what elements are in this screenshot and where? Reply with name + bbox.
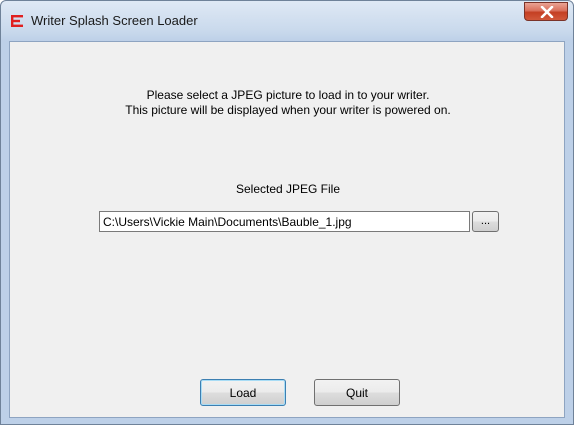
writer-app-icon	[10, 14, 24, 28]
title-bar[interactable]: Writer Splash Screen Loader	[1, 1, 573, 41]
instruction-line-2: This picture will be displayed when your…	[125, 103, 451, 117]
load-button[interactable]: Load	[200, 379, 286, 406]
selected-file-label: Selected JPEG File	[235, 182, 341, 196]
dialog-body: Please select a JPEG picture to load in …	[9, 41, 565, 418]
window-title: Writer Splash Screen Loader	[31, 13, 198, 28]
close-button[interactable]	[524, 2, 568, 21]
file-path-input[interactable]	[99, 211, 470, 232]
browse-button[interactable]: ...	[472, 211, 499, 232]
app-window: Writer Splash Screen Loader Please selec…	[0, 0, 574, 425]
close-x-icon	[540, 6, 554, 18]
instruction-line-1: Please select a JPEG picture to load in …	[146, 88, 430, 102]
quit-button[interactable]: Quit	[314, 379, 400, 406]
